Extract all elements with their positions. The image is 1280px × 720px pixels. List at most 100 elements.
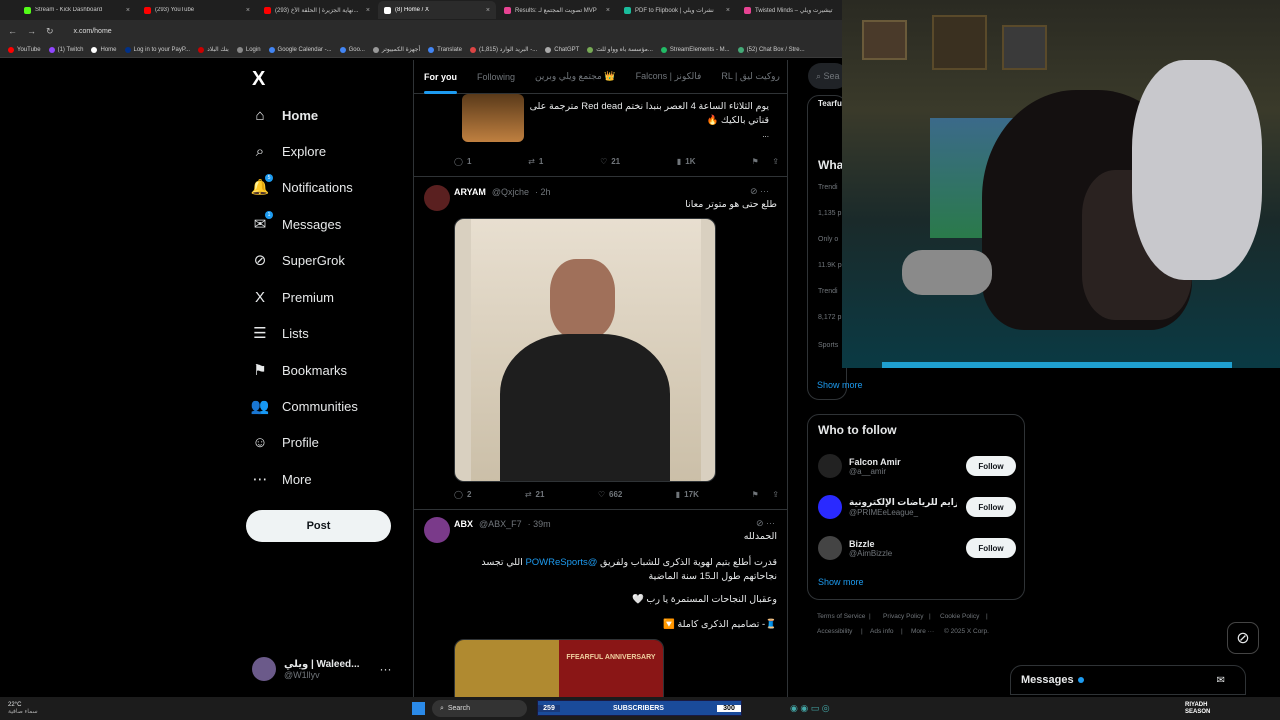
footer-link[interactable]: Privacy Policy (883, 613, 923, 620)
follow-button[interactable]: Follow (966, 497, 1016, 517)
close-icon[interactable]: × (606, 7, 610, 14)
author-name[interactable]: ARYAM (454, 187, 486, 197)
taskbar-search[interactable]: ⌕ Search (432, 700, 527, 717)
trend-item[interactable]: 8,172 p (818, 314, 841, 321)
close-icon[interactable]: × (486, 7, 490, 14)
nav-item-communities[interactable]: 👥 Communities (250, 393, 358, 419)
bookmark-item[interactable]: Log in to your PayP... (124, 46, 190, 53)
tweet-menu-icon[interactable]: ⊘ ··· (750, 186, 769, 197)
trend-item[interactable]: 1,135 p (818, 210, 841, 217)
footer-link[interactable]: Terms of Service (817, 613, 865, 620)
forward-icon[interactable]: → (27, 26, 36, 36)
nav-item-lists[interactable]: ☰ Lists (250, 320, 308, 346)
like-button[interactable]: ♡ 662 (598, 490, 623, 499)
nav-item-more[interactable]: ⋯ More (250, 466, 312, 492)
repost-button[interactable]: ⇄ 1 (528, 157, 543, 166)
bookmark-item[interactable]: Translate (428, 46, 462, 53)
trend-item[interactable]: Tearfu (818, 99, 842, 108)
browser-tab[interactable]: (293) YouTube × (138, 1, 256, 19)
tweet-image[interactable]: FFEARFUL ANNIVERSARY (454, 639, 664, 700)
footer-link[interactable]: © 2025 X Corp. (944, 628, 989, 635)
follow-suggestion[interactable]: Falcon Amir @a__amir Follow (808, 447, 1026, 485)
bookmark-button[interactable]: ⚑ ⇪ (752, 490, 779, 499)
trend-item[interactable]: Wha (818, 158, 843, 172)
like-button[interactable]: ♡ 21 (600, 157, 620, 166)
windows-start-icon[interactable] (412, 702, 425, 715)
bookmark-item[interactable]: Goo... (339, 46, 365, 53)
close-icon[interactable]: × (726, 7, 730, 14)
bookmark-item[interactable]: (1) Twitch (48, 46, 83, 53)
follow-suggestion[interactable]: برايم للرياضات الإلكترونية ...@PRIMEeLea… (808, 488, 1026, 526)
bookmark-item[interactable]: أجهزة الكمبيوتر (372, 46, 420, 53)
reply-button[interactable]: ◯ 1 (454, 157, 471, 166)
bookmark-item[interactable]: StreamElements - M... (660, 46, 730, 53)
timeline-tab[interactable]: For you (424, 72, 457, 94)
author-name[interactable]: ABX (454, 519, 473, 529)
bookmark-item[interactable]: بنك البلاد (198, 46, 229, 53)
nav-item-notifications[interactable]: 🔔 5 Notifications (250, 174, 353, 200)
reload-icon[interactable]: ↻ (46, 26, 54, 37)
follow-button[interactable]: Follow (966, 538, 1016, 558)
close-icon[interactable]: × (246, 7, 250, 14)
follow-name[interactable]: Bizzle (849, 539, 957, 549)
timeline-tab[interactable]: Following (477, 72, 515, 82)
author-handle[interactable]: @ABX_F7 (479, 519, 522, 529)
tweet-more[interactable]: ... (762, 128, 769, 142)
mention-link[interactable]: @POWReSports (525, 557, 597, 568)
views-button[interactable]: ▮ 1K (677, 157, 696, 166)
footer-link[interactable]: Cookie Policy (940, 613, 979, 620)
account-switcher[interactable]: ويلي | Waleed... @W1llyv ··· (252, 655, 407, 683)
nav-item-profile[interactable]: ☺ Profile (250, 429, 319, 455)
bookmark-item[interactable]: مؤسسة باه وواو للث... (587, 46, 653, 53)
nav-item-premium[interactable]: X Premium (250, 284, 334, 310)
weather-widget[interactable]: 22°C سماء صافية (8, 702, 38, 716)
follow-name[interactable]: برايم للرياضات الإلكترونية ... (849, 497, 957, 508)
bookmark-item[interactable]: Login (236, 46, 261, 53)
tweet-video[interactable] (454, 218, 716, 482)
timeline-tab[interactable]: RL | روكيت ليق (721, 71, 780, 82)
follow-button[interactable]: Follow (966, 456, 1016, 476)
tweet-time[interactable]: · 2h (535, 187, 551, 197)
avatar[interactable] (424, 517, 450, 543)
reply-button[interactable]: ◯ 2 (454, 490, 471, 499)
bookmark-button[interactable]: ⚑ ⇪ (752, 157, 779, 166)
bookmark-item[interactable]: YouTube (8, 46, 41, 53)
share-icon[interactable]: ⇪ (772, 157, 779, 166)
tweet-image[interactable] (462, 94, 524, 142)
share-icon[interactable]: ⇪ (772, 490, 779, 499)
avatar[interactable] (818, 495, 842, 519)
show-more-link[interactable]: Show more (818, 577, 864, 587)
tweet-menu-icon[interactable]: ⊘ ··· (756, 518, 775, 529)
browser-tab[interactable]: Twisted Minds – تيشيرت ويلي× (738, 1, 856, 19)
tweet-time[interactable]: · 39m (528, 519, 551, 529)
browser-tab[interactable]: PDF to Flipbook | نشرات ويلي × (618, 1, 736, 19)
nav-item-messages[interactable]: ✉ 1 Messages (250, 211, 341, 237)
trend-item[interactable]: Trendi (818, 288, 838, 295)
avatar[interactable] (818, 454, 842, 478)
author-handle[interactable]: @Qxjche (492, 187, 529, 197)
footer-link[interactable]: More ··· (911, 628, 934, 635)
browser-tab[interactable]: Results: تصويت المجتمع لـ MVP × (498, 1, 616, 19)
compose-icon[interactable]: ✉ (1217, 675, 1225, 686)
show-more-link[interactable]: Show more (817, 380, 863, 390)
back-icon[interactable]: ← (8, 26, 17, 36)
avatar[interactable] (818, 536, 842, 560)
trend-item[interactable]: Trendi (818, 184, 838, 191)
url-input[interactable]: x.com/home (74, 28, 112, 35)
trend-item[interactable]: Only o (818, 236, 838, 243)
repost-button[interactable]: ⇄ 21 (525, 490, 545, 499)
more-dots-icon[interactable]: ··· (380, 662, 392, 676)
footer-link[interactable]: Ads info (870, 628, 894, 635)
timeline-tab[interactable]: Falcons | فالكونز (636, 71, 702, 82)
bookmark-item[interactable]: ChatGPT (545, 46, 579, 53)
bookmark-item[interactable]: Google Calendar -... (268, 46, 332, 53)
browser-tab[interactable]: (293) نهاية الجزيرة | الحلقة الأخ... × (258, 1, 376, 19)
views-button[interactable]: ▮ 17K (676, 490, 699, 499)
follow-name[interactable]: Falcon Amir (849, 457, 957, 467)
bookmark-item[interactable]: (52) Chat Box / Stre... (737, 46, 805, 53)
grok-button[interactable]: ⊘ (1227, 622, 1259, 654)
browser-tab[interactable]: (8) Home / X × (378, 1, 496, 19)
messages-drawer[interactable]: Messages ✉ (1010, 665, 1246, 695)
bookmark-item[interactable]: Home (91, 46, 117, 53)
trend-item[interactable]: Sports (818, 342, 838, 349)
